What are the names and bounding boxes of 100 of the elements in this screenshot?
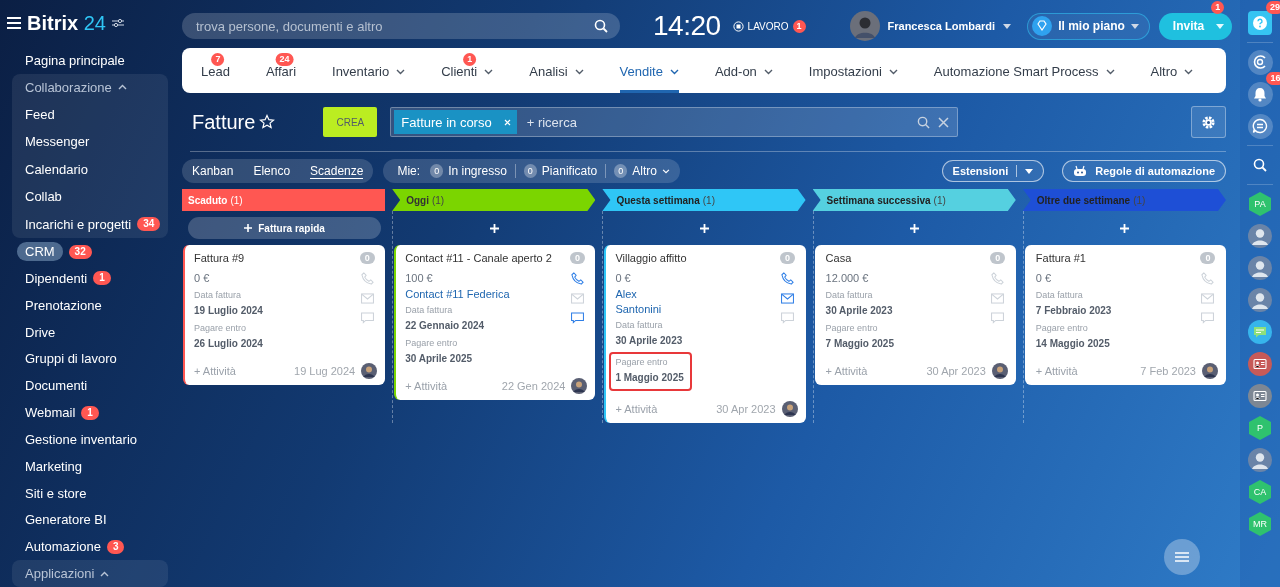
nav-tab[interactable]: Affari 24: [265, 48, 297, 93]
chevron-icon: [1184, 68, 1194, 75]
contact-card-icon[interactable]: [1248, 384, 1272, 408]
menu-group[interactable]: Collaborazione: [12, 73, 168, 101]
view-tab[interactable]: Kanban: [192, 164, 234, 178]
deal-card[interactable]: Villaggio affitto 0 € Alex Santonini Data fattura 30 Aprile 2023 Pagare entro 1 Maggio 2025 0 + Attività 30 Apr 2023: [604, 245, 806, 423]
filter-tag[interactable]: Fatture in corso: [394, 110, 517, 134]
create-button[interactable]: CREA: [323, 107, 378, 137]
menu-item[interactable]: Webmail: [25, 405, 76, 420]
menu-button[interactable]: [1164, 539, 1200, 575]
menu-icon[interactable]: [7, 17, 21, 30]
help-button[interactable]: [1248, 11, 1272, 35]
settings-icon[interactable]: [111, 18, 124, 29]
field-value: 19 Luglio 2024: [194, 304, 263, 318]
avatar[interactable]: [991, 363, 1008, 379]
work-status[interactable]: LAVORO: [747, 20, 789, 32]
nav-tab[interactable]: Analisi: [529, 48, 584, 93]
card-title[interactable]: Villaggio affitto: [615, 252, 778, 264]
menu-item[interactable]: Calendario: [25, 161, 88, 177]
menu-group[interactable]: Applicazioni: [12, 560, 168, 587]
chats-button[interactable]: [1247, 113, 1273, 139]
stop-icon[interactable]: [732, 20, 744, 32]
nav-tab[interactable]: Lead 7: [201, 48, 230, 93]
menu-item[interactable]: Messenger: [25, 134, 90, 150]
search-icon[interactable]: [1253, 158, 1267, 172]
avatar[interactable]: [571, 378, 588, 394]
menu-item[interactable]: Dipendenti: [25, 270, 88, 286]
contact-link[interactable]: Contact #11 Federica: [405, 287, 568, 302]
user-name[interactable]: Francesca Lombardi: [887, 20, 996, 32]
nav-tab[interactable]: Inventario: [332, 48, 406, 93]
menu-item[interactable]: Prenotazione: [25, 297, 102, 313]
nav-tab[interactable]: Altro: [1150, 48, 1194, 93]
counter-filter[interactable]: 0 Altro: [614, 164, 670, 178]
nav-tab[interactable]: Impostazioni: [808, 48, 898, 93]
contact-link[interactable]: Alex: [615, 287, 778, 302]
menu-item[interactable]: Documenti: [25, 378, 88, 394]
nav-tab[interactable]: Clienti 1: [441, 48, 494, 93]
contact-card-icon[interactable]: [1248, 352, 1272, 376]
notifications-button[interactable]: [1247, 81, 1273, 107]
chevron-icon: [1105, 68, 1115, 75]
menu-item[interactable]: CRM: [17, 242, 63, 262]
phone-icon[interactable]: [570, 272, 584, 285]
chat-avatar[interactable]: [1248, 320, 1272, 344]
search-icon[interactable]: [917, 115, 931, 129]
field-label: Data fattura: [1035, 289, 1084, 302]
avatar[interactable]: [781, 401, 798, 417]
counter-filter[interactable]: 0 Pianificato: [523, 164, 598, 178]
logo[interactable]: Bitrix 24: [27, 11, 106, 35]
avatar[interactable]: [1202, 363, 1218, 379]
card-date: 19 Lug 2024: [294, 365, 356, 377]
close-icon[interactable]: [938, 116, 950, 128]
menu-item[interactable]: Drive: [25, 324, 56, 340]
menu-item[interactable]: Gestione inventario: [25, 431, 137, 447]
column-header: Oggi (1): [392, 189, 596, 211]
menu-item[interactable]: Collab: [25, 189, 62, 205]
avatar[interactable]: [361, 363, 378, 379]
deal-card[interactable]: Casa 12.000 € Data fattura 30 Aprile 2023 Pagare entro 7 Maggio 2025 0 + Attività 30 Apr 2023: [814, 245, 1016, 385]
field-label: Pagare entro: [194, 322, 248, 335]
counters-label: Mie:: [397, 164, 421, 178]
menu-item[interactable]: Gruppi di lavoro: [25, 351, 117, 367]
automation-button[interactable]: Regole di automazione: [1062, 160, 1226, 182]
caret-icon[interactable]: [1003, 23, 1012, 29]
card-title[interactable]: Fattura #1: [1035, 252, 1198, 264]
filter-field[interactable]: Fatture in corso + ricerca: [390, 107, 959, 137]
card-title[interactable]: Fattura #9: [194, 252, 358, 264]
menu-item[interactable]: Generatore BI: [25, 512, 107, 528]
view-tab[interactable]: Scadenze: [310, 163, 364, 179]
card-title[interactable]: Casa: [825, 252, 988, 264]
field-value: 1 Maggio 2025: [615, 371, 684, 385]
star-icon[interactable]: [259, 114, 276, 130]
plus-icon: [489, 223, 499, 233]
view-tab[interactable]: Elenco: [253, 164, 291, 178]
nav-tab[interactable]: Add-on: [714, 48, 773, 93]
field-label: Pagare entro: [615, 356, 669, 369]
plan-button[interactable]: Il mio piano: [1027, 12, 1150, 40]
field-label: Pagare entro: [1035, 322, 1089, 335]
nav-tab[interactable]: Automazione Smart Process: [933, 48, 1115, 93]
deal-card[interactable]: Contact #11 - Canale aperto 2 100 € Contact #11 Federica Data fattura 22 Gennaio 2024 Pagare entro 30 Aprile 2025 0 + Attività 22 Gen 2024: [394, 245, 596, 400]
menu-item[interactable]: Siti e store: [25, 485, 87, 501]
deal-card[interactable]: Fattura #9 0 € Data fattura 19 Luglio 2024 Pagare entro 26 Luglio 2024 0 + Attività 19 Lug 2024: [183, 245, 386, 385]
quick-add-button[interactable]: Fattura rapida: [188, 217, 382, 239]
menu-item[interactable]: Pagina principale: [25, 52, 125, 68]
phone-icon[interactable]: [781, 272, 795, 285]
contact-link[interactable]: Santonini: [615, 302, 778, 317]
nav-tab[interactable]: Vendite: [619, 48, 679, 93]
deal-card[interactable]: Fattura #1 0 € Data fattura 7 Febbraio 2023 Pagare entro 14 Maggio 2025 0 + Attività 7 Feb 2023: [1024, 245, 1226, 385]
field-value: 30 Aprile 2023: [825, 304, 893, 318]
menu-item[interactable]: Feed: [25, 106, 55, 122]
card-title[interactable]: Contact #11 - Canale aperto 2: [405, 252, 568, 264]
counter-filter[interactable]: 0 In ingresso: [430, 164, 507, 178]
chat-icon[interactable]: [570, 312, 584, 324]
extensions-button[interactable]: Estensioni: [941, 160, 1045, 182]
mail-icon[interactable]: [781, 293, 795, 304]
search-icon[interactable]: [594, 19, 608, 33]
settings-button[interactable]: [1191, 106, 1226, 138]
menu-item[interactable]: Incarichi e progetti: [25, 216, 132, 232]
copilot-button[interactable]: [1247, 49, 1273, 75]
clock: 14:20: [653, 10, 721, 42]
menu-item[interactable]: Marketing: [25, 458, 83, 474]
menu-item[interactable]: Automazione: [25, 539, 101, 555]
